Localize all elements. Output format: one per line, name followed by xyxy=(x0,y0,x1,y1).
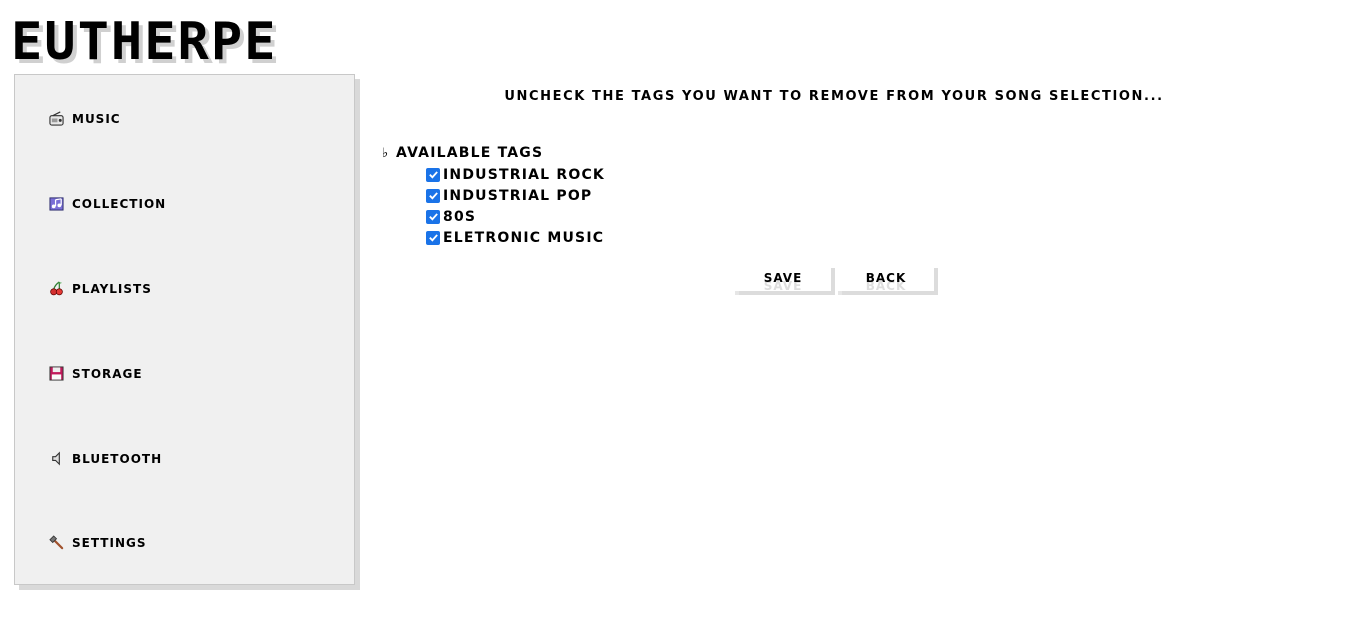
tag-item: INDUSTRIAL POP xyxy=(426,185,605,206)
floppy-disk-icon xyxy=(49,366,64,381)
sidebar-item-label: STORAGE xyxy=(72,366,143,381)
tag-item: 80S xyxy=(426,206,605,227)
sidebar-item-collection[interactable]: COLLECTION xyxy=(49,196,166,211)
hammer-icon xyxy=(49,535,64,550)
page-heading: UNCHECK THE TAGS YOU WANT TO REMOVE FROM… xyxy=(504,89,1164,104)
flat-symbol-icon: ♭ xyxy=(382,145,390,161)
tag-item: INDUSTRIAL ROCK xyxy=(426,164,605,185)
tag-item: ELETRONIC MUSIC xyxy=(426,227,605,248)
sidebar-item-playlists[interactable]: PLAYLISTS xyxy=(49,281,152,296)
sidebar-item-label: BLUETOOTH xyxy=(72,451,163,466)
sidebar-item-label: COLLECTION xyxy=(72,196,167,211)
tag-tree-root[interactable]: ♭ AVAILABLE TAGS xyxy=(382,145,543,161)
sidebar-item-music[interactable]: MUSIC xyxy=(49,111,121,126)
speaker-icon xyxy=(49,451,64,466)
sidebar-item-storage[interactable]: STORAGE xyxy=(49,366,143,381)
radio-icon xyxy=(49,111,64,126)
back-button-label: BACK xyxy=(865,270,907,285)
sidebar-item-label: MUSIC xyxy=(72,111,121,126)
tag-checkbox[interactable] xyxy=(426,209,440,224)
sidebar-item-bluetooth[interactable]: BLUETOOTH xyxy=(49,451,162,466)
tag-label: INDUSTRIAL POP xyxy=(443,187,593,204)
tag-tree-root-label: AVAILABLE TAGS xyxy=(396,145,544,161)
tag-checkbox[interactable] xyxy=(426,188,440,203)
save-button[interactable]: SAVE xyxy=(735,264,831,291)
cherries-icon xyxy=(49,281,64,296)
sidebar-item-label: PLAYLISTS xyxy=(72,281,152,296)
tag-label: 80S xyxy=(443,208,477,225)
sidebar-item-settings[interactable]: SETTINGS xyxy=(49,535,147,550)
tag-checkbox[interactable] xyxy=(426,167,440,182)
sidebar: MUSIC COLLECTION PLAYLISTS STORAGE BLUET… xyxy=(14,74,355,585)
sidebar-item-label: SETTINGS xyxy=(72,535,147,550)
back-button[interactable]: BACK xyxy=(838,264,934,291)
save-button-label: SAVE xyxy=(763,270,803,285)
tag-list: INDUSTRIAL ROCK INDUSTRIAL POP 80S ELETR… xyxy=(426,164,605,248)
app-logo: EUTHERPE xyxy=(11,12,278,72)
tag-label: ELETRONIC MUSIC xyxy=(443,229,605,246)
music-notes-icon xyxy=(49,196,64,211)
tag-checkbox[interactable] xyxy=(426,230,440,245)
tag-label: INDUSTRIAL ROCK xyxy=(443,166,605,183)
